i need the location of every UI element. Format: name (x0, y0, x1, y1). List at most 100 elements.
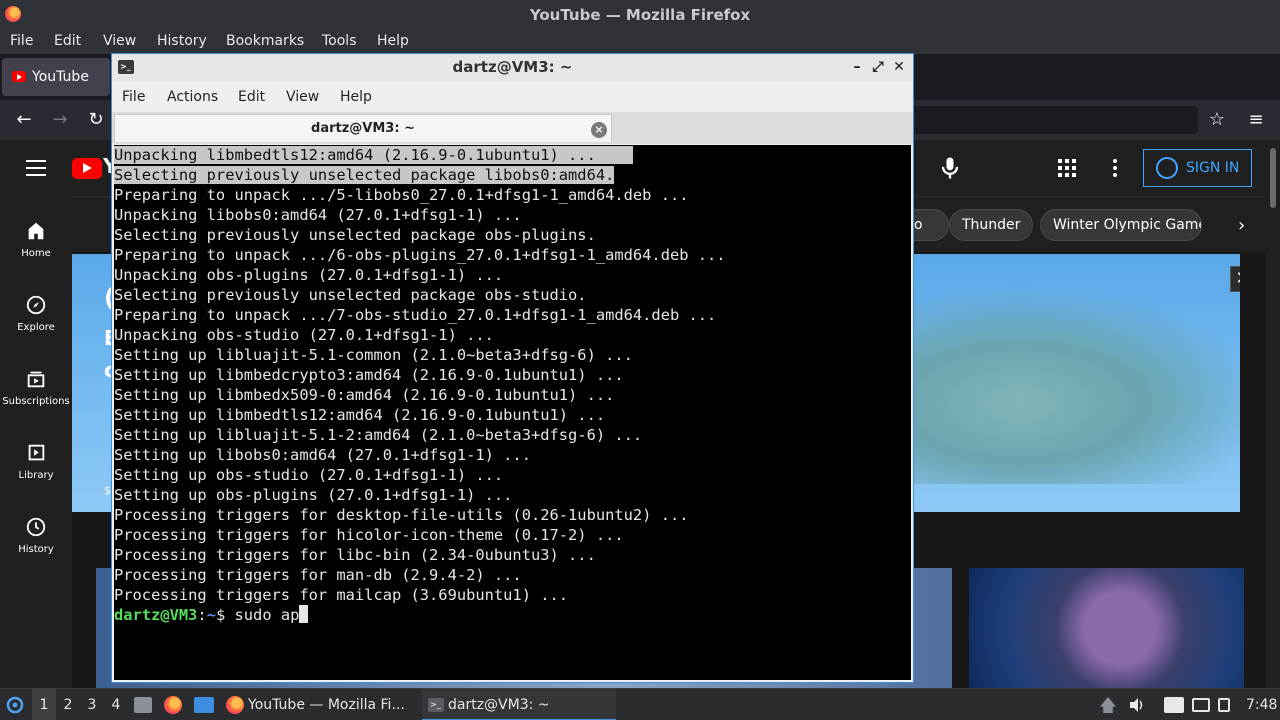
chip-thunder[interactable]: Thunder (949, 209, 1034, 241)
url-bar[interactable] (912, 106, 1198, 134)
terminal-prompt-line[interactable]: dartz@VM3:~$ sudo ap (114, 605, 911, 625)
workspace-1[interactable]: 1 (32, 689, 56, 720)
sidebar-item-explore[interactable]: Explore (0, 294, 72, 333)
youtube-favicon-icon (12, 71, 26, 82)
terminal-menu-view[interactable]: View (286, 89, 319, 105)
start-menu-icon[interactable] (6, 696, 24, 714)
terminal-line: Processing triggers for desktop-file-uti… (114, 506, 689, 524)
terminal-line-selected: Unpacking libmbedtls12:amd64 (2.16.9-0.1… (114, 145, 911, 165)
clipboard-icon[interactable] (1218, 698, 1230, 712)
firefox-menu-tools[interactable]: Tools (322, 33, 357, 49)
chip-winter-olympic-games[interactable]: Winter Olympic Games (1040, 209, 1202, 241)
apps-grid-icon[interactable] (1058, 159, 1076, 177)
firefox-menu-bookmarks[interactable]: Bookmarks (226, 33, 304, 49)
sidebar-item-subscriptions[interactable]: Subscriptions (0, 368, 72, 407)
text-cursor (299, 605, 309, 623)
sidebar-item-label: Explore (17, 322, 55, 333)
tab-close-icon[interactable]: × (591, 122, 607, 138)
sign-in-label: SIGN IN (1186, 160, 1240, 176)
workspace-4[interactable]: 4 (104, 689, 128, 720)
terminal-menu-edit[interactable]: Edit (238, 89, 265, 105)
forward-arrow-icon[interactable]: → (48, 108, 72, 132)
tab-terminal-session[interactable]: dartz@VM3: ~ × (114, 114, 612, 142)
bookmark-star-icon[interactable]: ☆ (1205, 108, 1229, 132)
terminal-app-icon: >_ (118, 60, 134, 74)
task-terminal[interactable]: >_ dartz@VM3: ~ (422, 689, 616, 720)
clock: 7:48 (1246, 697, 1278, 713)
page-scrollbar[interactable] (1266, 140, 1280, 688)
terminal-menu-actions[interactable]: Actions (167, 89, 218, 105)
terminal-line: Unpacking obs-plugins (27.0.1+dfsg1-1) .… (114, 266, 504, 284)
terminal-tab-bar: dartz@VM3: ~ × (112, 112, 913, 144)
sidebar-item-home[interactable]: Home (0, 220, 72, 259)
terminal-line: Setting up libluajit-5.1-common (2.1.0~b… (114, 346, 633, 364)
prompt-user: dartz@VM3 (114, 606, 198, 624)
terminal-window: >_ dartz@VM3: ~ – ⤢ ✕ File Actions Edit … (111, 53, 914, 683)
firefox-menu-view[interactable]: View (103, 33, 136, 49)
reload-icon[interactable]: ↻ (84, 108, 108, 132)
youtube-logo-icon[interactable] (72, 158, 102, 179)
microphone-icon[interactable] (936, 154, 964, 182)
chevron-right-icon[interactable]: › (1238, 215, 1245, 236)
hamburger-menu-icon[interactable]: ≡ (1244, 108, 1268, 132)
terminal-line: Unpacking obs-studio (27.0.1+dfsg1-1) ..… (114, 326, 494, 344)
banner-close-icon[interactable]: ✕ (1230, 266, 1240, 292)
terminal-line: Setting up obs-plugins (27.0.1+dfsg1-1) … (114, 486, 513, 504)
terminal-menu-file[interactable]: File (122, 89, 145, 105)
terminal-line: Processing triggers for libc-bin (2.34-0… (114, 546, 596, 564)
terminal-line: Setting up libmbedtls12:amd64 (2.16.9-0.… (114, 406, 606, 424)
terminal-line: Setting up libmbedcrypto3:amd64 (2.16.9-… (114, 366, 624, 384)
more-options-icon[interactable] (1112, 159, 1118, 177)
terminal-line: Processing triggers for mailcap (3.69ubu… (114, 586, 569, 604)
task-label: dartz@VM3: ~ (448, 697, 550, 713)
account-icon (1156, 157, 1178, 179)
terminal-line: Setting up obs-studio (27.0.1+dfsg1-1) .… (114, 466, 504, 484)
terminal-window-title: dartz@VM3: ~ (452, 58, 573, 76)
file-manager-icon[interactable] (134, 697, 152, 713)
firefox-menu-bar: File Edit View History Bookmarks Tools H… (0, 30, 1280, 54)
taskbar: 1 2 3 4 YouTube — Mozilla Fi... >_ dartz… (0, 688, 1280, 720)
guide-menu-icon[interactable] (26, 160, 46, 176)
terminal-menu-help[interactable]: Help (340, 89, 372, 105)
prompt-path: ~ (206, 606, 216, 624)
home-icon (28, 222, 44, 240)
task-label: YouTube — Mozilla Fi... (248, 697, 405, 713)
terminal-line: Setting up libmbedx509-0:amd64 (2.16.9-0… (114, 386, 615, 404)
sidebar-item-library[interactable]: Library (0, 442, 72, 481)
firefox-menu-file[interactable]: File (10, 33, 33, 49)
prompt-symbol: $ (215, 606, 235, 624)
tab-youtube-label: YouTube (32, 69, 89, 85)
sidebar-item-label: Subscriptions (2, 396, 70, 407)
firefox-menu-help[interactable]: Help (377, 33, 409, 49)
firefox-launcher-icon[interactable] (164, 696, 182, 714)
minimize-icon[interactable]: – (847, 54, 867, 81)
notes-icon[interactable] (1164, 697, 1184, 713)
workspace-2[interactable]: 2 (56, 689, 80, 720)
terminal-task-icon: >_ (428, 698, 444, 712)
terminal-line: Setting up libobs0:amd64 (27.0.1+dfsg1-1… (114, 446, 531, 464)
typed-command: sudo ap (234, 606, 300, 624)
updates-icon[interactable] (1100, 697, 1116, 713)
firefox-menu-history[interactable]: History (157, 33, 207, 49)
terminal-line: Processing triggers for man-db (2.9.4-2)… (114, 566, 522, 584)
sidebar-item-history[interactable]: History (0, 516, 72, 555)
task-firefox[interactable]: YouTube — Mozilla Fi... (222, 689, 418, 720)
video-thumbnail[interactable] (969, 568, 1244, 688)
display-icon[interactable] (1192, 698, 1210, 712)
firefox-logo-icon (5, 6, 21, 22)
terminal-line: Preparing to unpack .../5-libobs0_27.0.1… (114, 186, 689, 204)
history-icon (26, 517, 46, 537)
sign-in-button[interactable]: SIGN IN (1143, 149, 1252, 187)
desktop-icon[interactable] (194, 697, 214, 713)
back-arrow-icon[interactable]: ← (12, 108, 36, 132)
close-icon[interactable]: ✕ (889, 54, 909, 81)
terminal-title-bar: >_ dartz@VM3: ~ – ⤢ ✕ (112, 54, 913, 81)
maximize-icon[interactable]: ⤢ (868, 54, 888, 81)
firefox-menu-edit[interactable]: Edit (54, 33, 81, 49)
tab-youtube[interactable]: YouTube (2, 58, 110, 96)
volume-icon[interactable] (1128, 696, 1146, 714)
terminal-output[interactable]: Unpacking libmbedtls12:amd64 (2.16.9-0.1… (114, 145, 911, 680)
terminal-line: Processing triggers for hicolor-icon-the… (114, 526, 624, 544)
workspace-3[interactable]: 3 (80, 689, 104, 720)
terminal-line: Setting up libluajit-5.1-2:amd64 (2.1.0~… (114, 426, 643, 444)
